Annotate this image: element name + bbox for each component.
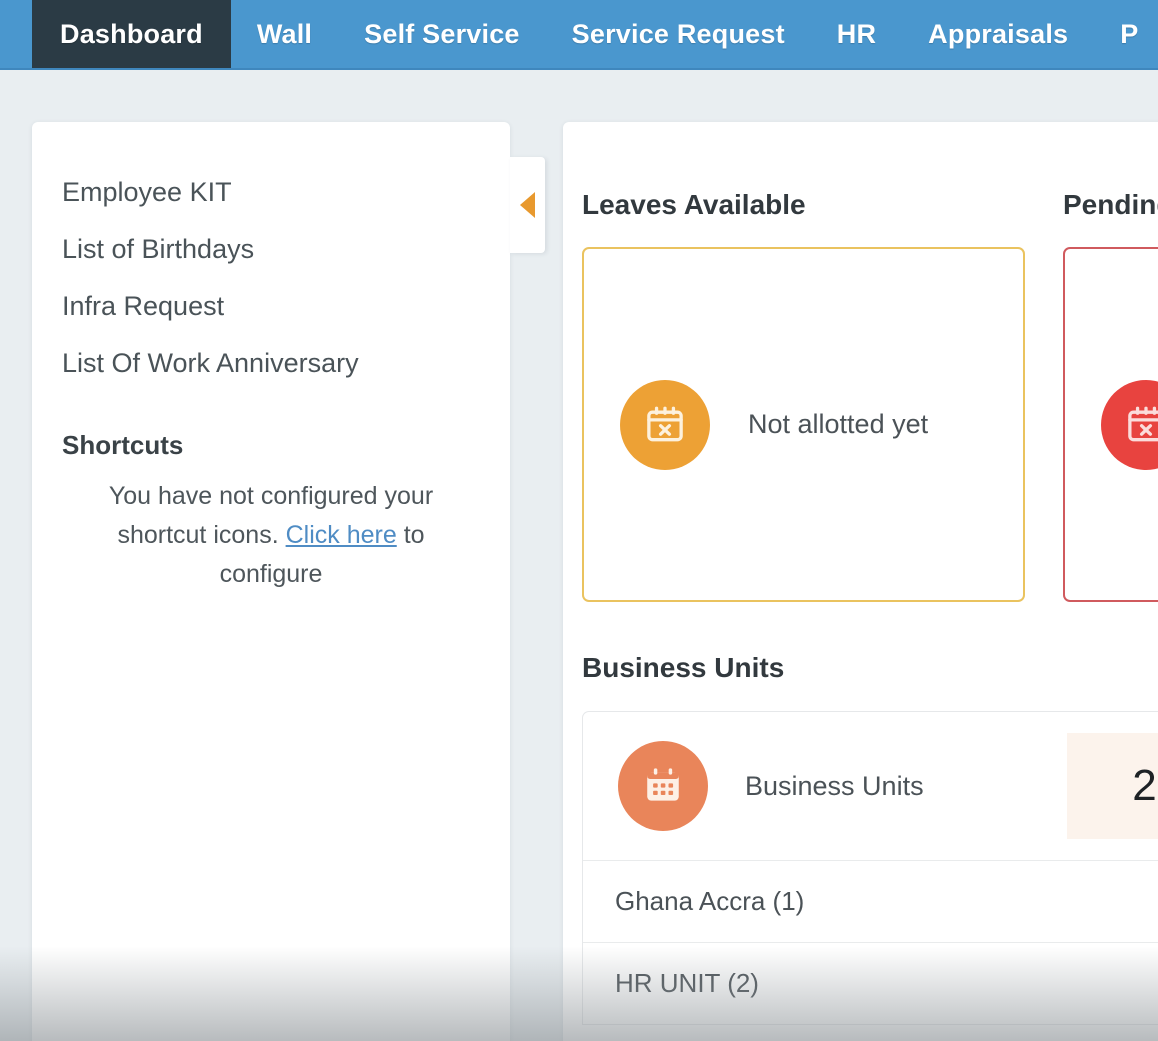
pending-card[interactable] bbox=[1063, 247, 1158, 602]
navbar-left-spacer bbox=[0, 0, 32, 68]
business-units-title: Business Units bbox=[582, 652, 785, 683]
nav-tab-dashboard[interactable]: Dashboard bbox=[32, 0, 231, 68]
leaves-available-title: Leaves Available bbox=[582, 189, 806, 220]
leaves-available-block: Leaves Available Not allotted yet bbox=[582, 189, 1025, 602]
shortcuts-configure-link[interactable]: Click here bbox=[286, 521, 397, 549]
business-unit-label: Ghana Accra (1) bbox=[615, 886, 805, 916]
sidebar-item-employee-kit[interactable]: Employee KIT bbox=[62, 164, 510, 221]
calendar-alt-icon bbox=[618, 741, 708, 831]
sidebar-item-label: Infra Request bbox=[62, 291, 225, 321]
nav-tab-label: Wall bbox=[256, 18, 313, 49]
business-units-count-badge: 2 bbox=[1067, 733, 1158, 839]
nav-tab-label: Service Request bbox=[571, 18, 785, 49]
business-units-summary-row[interactable]: Business Units 2 bbox=[583, 712, 1158, 860]
nav-tab-label: Self Service bbox=[364, 18, 520, 49]
sidebar-item-label: List Of Work Anniversary bbox=[62, 348, 359, 378]
shortcuts-empty-message: You have not configured your shortcut ic… bbox=[32, 461, 510, 593]
shortcuts-heading: Shortcuts bbox=[62, 430, 184, 460]
pending-block: Pending bbox=[1063, 189, 1158, 602]
sidebar-item-list-of-work-anniversary[interactable]: List Of Work Anniversary bbox=[62, 335, 510, 392]
business-unit-label: HR UNIT (2) bbox=[615, 968, 759, 998]
business-unit-item-hr-unit[interactable]: HR UNIT (2) bbox=[583, 942, 1158, 1024]
sidebar-item-infra-request[interactable]: Infra Request bbox=[62, 278, 510, 335]
business-units-card: Business Units 2 Ghana Accra (1) HR UNIT… bbox=[582, 711, 1158, 1025]
business-units-count: 2 bbox=[1132, 761, 1157, 810]
nav-tab-label: HR bbox=[836, 18, 877, 49]
nav-tab-service-request[interactable]: Service Request bbox=[546, 0, 811, 68]
calendar-times-icon bbox=[1101, 379, 1158, 470]
sidebar-collapse-handle[interactable] bbox=[510, 157, 545, 253]
sidebar-item-list-of-birthdays[interactable]: List of Birthdays bbox=[62, 221, 510, 278]
business-unit-item-ghana-accra[interactable]: Ghana Accra (1) bbox=[583, 860, 1158, 942]
pending-title: Pending bbox=[1063, 189, 1158, 220]
business-units-row-label: Business Units bbox=[745, 770, 924, 801]
main-panel: Leaves Available Not allotted yet Pendin… bbox=[563, 122, 1158, 1041]
nav-tab-hr[interactable]: HR bbox=[811, 0, 902, 68]
summary-widgets-row: Leaves Available Not allotted yet Pendin bbox=[563, 160, 1158, 602]
nav-tab-appraisals[interactable]: Appraisals bbox=[902, 0, 1094, 68]
chevron-left-icon bbox=[520, 192, 535, 218]
page-content: Employee KIT List of Birthdays Infra Req… bbox=[0, 70, 1158, 1041]
leaves-available-card[interactable]: Not allotted yet bbox=[582, 247, 1025, 602]
nav-tab-truncated[interactable]: P bbox=[1094, 0, 1158, 68]
dashboard-page: Dashboard Wall Self Service Service Requ… bbox=[0, 0, 1158, 1041]
leaves-available-status: Not allotted yet bbox=[748, 409, 929, 439]
sidebar-item-label: Employee KIT bbox=[62, 177, 232, 207]
nav-tab-wall[interactable]: Wall bbox=[231, 0, 338, 68]
nav-tab-self-service[interactable]: Self Service bbox=[338, 0, 546, 68]
sidebar-menu: Employee KIT List of Birthdays Infra Req… bbox=[32, 164, 510, 392]
nav-tab-label: Appraisals bbox=[928, 18, 1069, 49]
sidebar-item-label: List of Birthdays bbox=[62, 234, 255, 264]
nav-tab-label: P bbox=[1120, 18, 1139, 49]
nav-tab-label: Dashboard bbox=[60, 18, 203, 49]
sidebar-panel: Employee KIT List of Birthdays Infra Req… bbox=[32, 122, 510, 1041]
top-navbar: Dashboard Wall Self Service Service Requ… bbox=[0, 0, 1158, 70]
calendar-times-icon bbox=[620, 379, 710, 470]
